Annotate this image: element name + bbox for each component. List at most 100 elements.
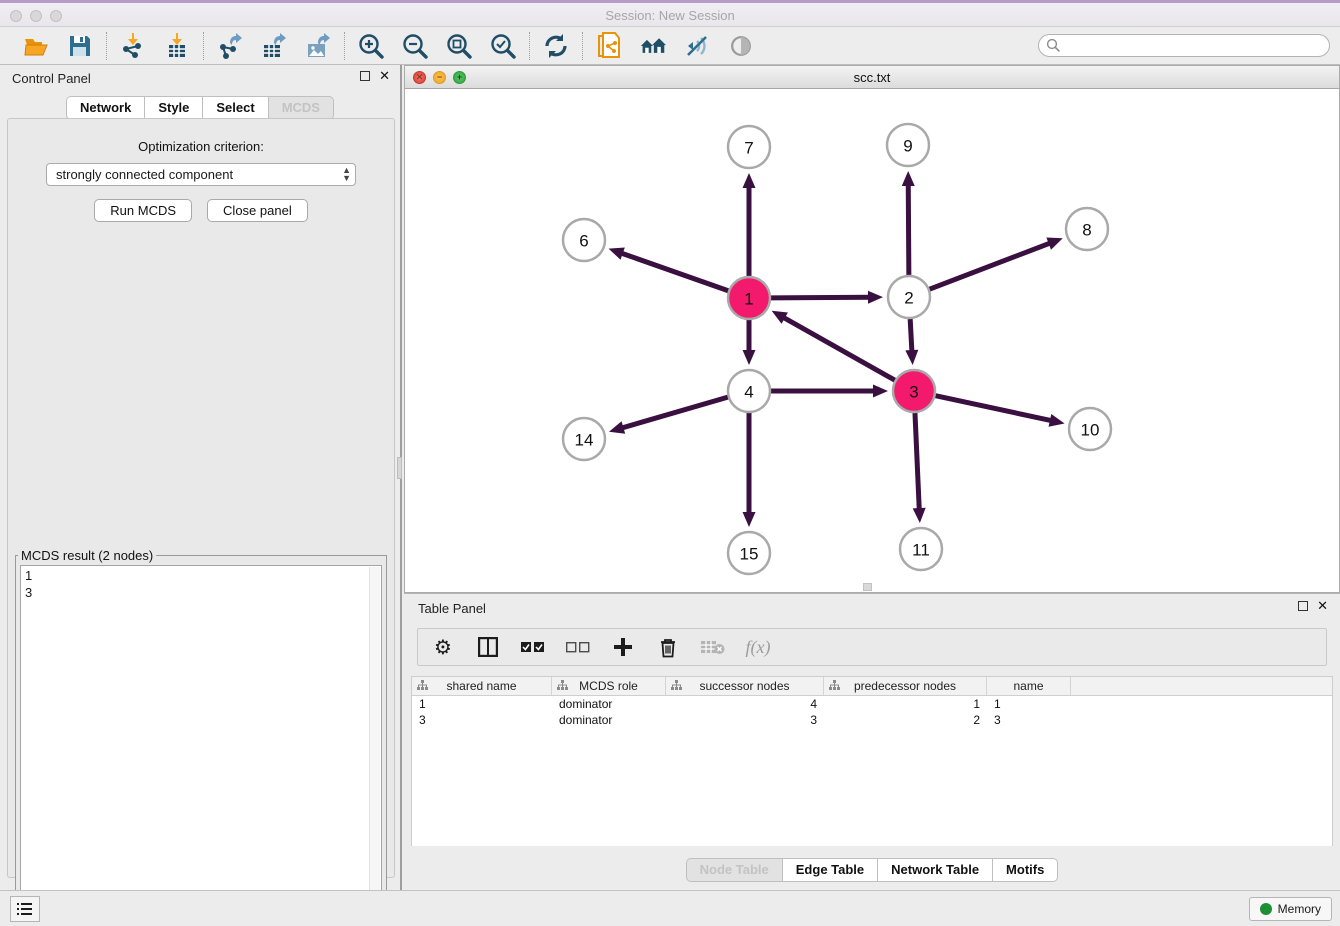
float-table-panel-icon[interactable] bbox=[1298, 601, 1308, 611]
node-4[interactable]: 4 bbox=[728, 370, 770, 412]
column-label: shared name bbox=[446, 679, 516, 693]
cell-predecessor-nodes: 1 bbox=[824, 697, 987, 711]
column-header-name[interactable]: name bbox=[987, 677, 1071, 695]
tab-edge-table[interactable]: Edge Table bbox=[782, 858, 877, 882]
zoom-selected-icon[interactable] bbox=[490, 33, 516, 59]
show-graphics-details-icon[interactable] bbox=[728, 33, 754, 59]
node-label: 2 bbox=[904, 289, 913, 308]
table-header-row: shared name MCDS rolesuccessor nodes prede… bbox=[412, 677, 1332, 696]
node-label: 1 bbox=[744, 290, 753, 309]
export-network-icon[interactable] bbox=[217, 33, 243, 59]
node-label: 14 bbox=[575, 431, 594, 450]
node-15[interactable]: 15 bbox=[728, 532, 770, 574]
tab-style[interactable]: Style bbox=[144, 96, 202, 120]
table-row[interactable]: 1dominator411 bbox=[412, 696, 1332, 712]
result-scrollbar[interactable] bbox=[369, 567, 380, 917]
node-7[interactable]: 7 bbox=[728, 126, 770, 168]
clone-network-icon[interactable] bbox=[596, 33, 622, 59]
close-panel-icon[interactable]: ✕ bbox=[379, 71, 390, 81]
export-table-icon[interactable] bbox=[261, 33, 287, 59]
node-3[interactable]: 3 bbox=[893, 370, 935, 412]
column-header-MCDS-role[interactable]: MCDS role bbox=[552, 677, 666, 695]
arrowhead-1-2 bbox=[868, 291, 883, 304]
column-header-shared-name[interactable]: shared name bbox=[412, 677, 552, 695]
column-layout-icon[interactable] bbox=[476, 635, 500, 659]
select-all-checkboxes-icon[interactable] bbox=[521, 635, 545, 659]
column-label: predecessor nodes bbox=[854, 679, 956, 693]
criterion-dropdown[interactable]: strongly connected component ▲▼ bbox=[46, 163, 356, 186]
edge-2-9[interactable] bbox=[908, 183, 909, 275]
cell-name: 1 bbox=[987, 697, 1071, 711]
tab-mcds[interactable]: MCDS bbox=[268, 96, 334, 120]
edge-3-11[interactable] bbox=[915, 413, 919, 511]
memory-button[interactable]: Memory bbox=[1249, 897, 1332, 921]
canvas-scrollbar-thumb[interactable] bbox=[863, 583, 872, 591]
hide-graphics-details-icon[interactable] bbox=[684, 33, 710, 59]
os-titlebar: Session: New Session bbox=[0, 0, 1340, 27]
control-panel: Control Panel ✕ NetworkStyleSelectMCDS O… bbox=[0, 65, 402, 890]
edge-2-8[interactable] bbox=[930, 243, 1052, 290]
network-window-titlebar[interactable]: ✕ − + scc.txt bbox=[405, 66, 1339, 89]
optimization-criterion-label: Optimization criterion: bbox=[8, 139, 394, 154]
edge-2-3[interactable] bbox=[910, 319, 912, 353]
export-image-icon[interactable] bbox=[305, 33, 331, 59]
zoom-in-icon[interactable] bbox=[358, 33, 384, 59]
edge-4-14[interactable] bbox=[620, 397, 727, 428]
panel-splitter-grip[interactable] bbox=[397, 457, 402, 479]
run-mcds-button[interactable]: Run MCDS bbox=[94, 199, 192, 222]
save-session-icon[interactable] bbox=[67, 33, 93, 59]
table-toolbar: ⚙ f(x) bbox=[417, 628, 1327, 666]
search-field[interactable] bbox=[1038, 34, 1330, 57]
node-14[interactable]: 14 bbox=[563, 418, 605, 460]
edge-3-1[interactable] bbox=[782, 317, 895, 381]
search-input[interactable] bbox=[1061, 37, 1329, 55]
column-header-successor-nodes[interactable]: successor nodes bbox=[666, 677, 824, 695]
float-panel-icon[interactable] bbox=[360, 71, 370, 81]
cell-MCDS-role: dominator bbox=[552, 697, 666, 711]
close-table-panel-icon[interactable]: ✕ bbox=[1317, 601, 1328, 611]
node-9[interactable]: 9 bbox=[887, 124, 929, 166]
first-neighbors-icon[interactable] bbox=[640, 33, 666, 59]
deselect-all-checkboxes-icon[interactable] bbox=[566, 635, 590, 659]
cell-shared-name: 1 bbox=[412, 697, 552, 711]
open-session-icon[interactable] bbox=[23, 33, 49, 59]
tab-select[interactable]: Select bbox=[202, 96, 267, 120]
graph-svg: 7 9 6 8 1 2 4 3 14 10 15 11 bbox=[405, 89, 1339, 592]
node-10[interactable]: 10 bbox=[1069, 408, 1111, 450]
import-network-icon[interactable] bbox=[120, 33, 146, 59]
edge-1-2[interactable] bbox=[771, 297, 871, 298]
node-1[interactable]: 1 bbox=[728, 277, 770, 319]
table-row[interactable]: 3dominator323 bbox=[412, 712, 1332, 728]
node-label: 4 bbox=[744, 383, 753, 402]
task-history-button[interactable] bbox=[10, 896, 40, 922]
criterion-value: strongly connected component bbox=[56, 167, 233, 182]
edge-3-10[interactable] bbox=[936, 396, 1053, 421]
tab-network-table[interactable]: Network Table bbox=[877, 858, 992, 882]
tab-network[interactable]: Network bbox=[66, 96, 144, 120]
node-label: 11 bbox=[912, 541, 930, 560]
node-label: 8 bbox=[1082, 221, 1091, 240]
arrowhead-4-3 bbox=[873, 385, 888, 398]
refresh-layout-icon[interactable] bbox=[543, 33, 569, 59]
node-8[interactable]: 8 bbox=[1066, 208, 1108, 250]
node-2[interactable]: 2 bbox=[888, 276, 930, 318]
zoom-out-icon[interactable] bbox=[402, 33, 428, 59]
column-header-predecessor-nodes[interactable]: predecessor nodes bbox=[824, 677, 987, 695]
zoom-fit-icon[interactable] bbox=[446, 33, 472, 59]
table-settings-icon[interactable]: ⚙ bbox=[431, 635, 455, 659]
mcds-result-lines: 13 bbox=[25, 567, 377, 601]
node-11[interactable]: 11 bbox=[900, 528, 942, 570]
edge-1-6[interactable] bbox=[620, 253, 728, 291]
close-panel-button[interactable]: Close panel bbox=[207, 199, 308, 222]
status-bar: Memory bbox=[0, 890, 1340, 926]
network-canvas[interactable]: 7 9 6 8 1 2 4 3 14 10 15 11 bbox=[405, 89, 1339, 592]
mcds-result-textarea[interactable]: 13 bbox=[20, 565, 382, 919]
tab-node-table[interactable]: Node Table bbox=[686, 858, 782, 882]
column-label: name bbox=[1013, 679, 1043, 693]
add-column-icon[interactable] bbox=[611, 635, 635, 659]
node-6[interactable]: 6 bbox=[563, 219, 605, 261]
delete-column-icon[interactable] bbox=[656, 635, 680, 659]
import-table-icon[interactable] bbox=[164, 33, 190, 59]
arrowhead-2-8 bbox=[1046, 238, 1062, 250]
tab-motifs[interactable]: Motifs bbox=[992, 858, 1058, 882]
